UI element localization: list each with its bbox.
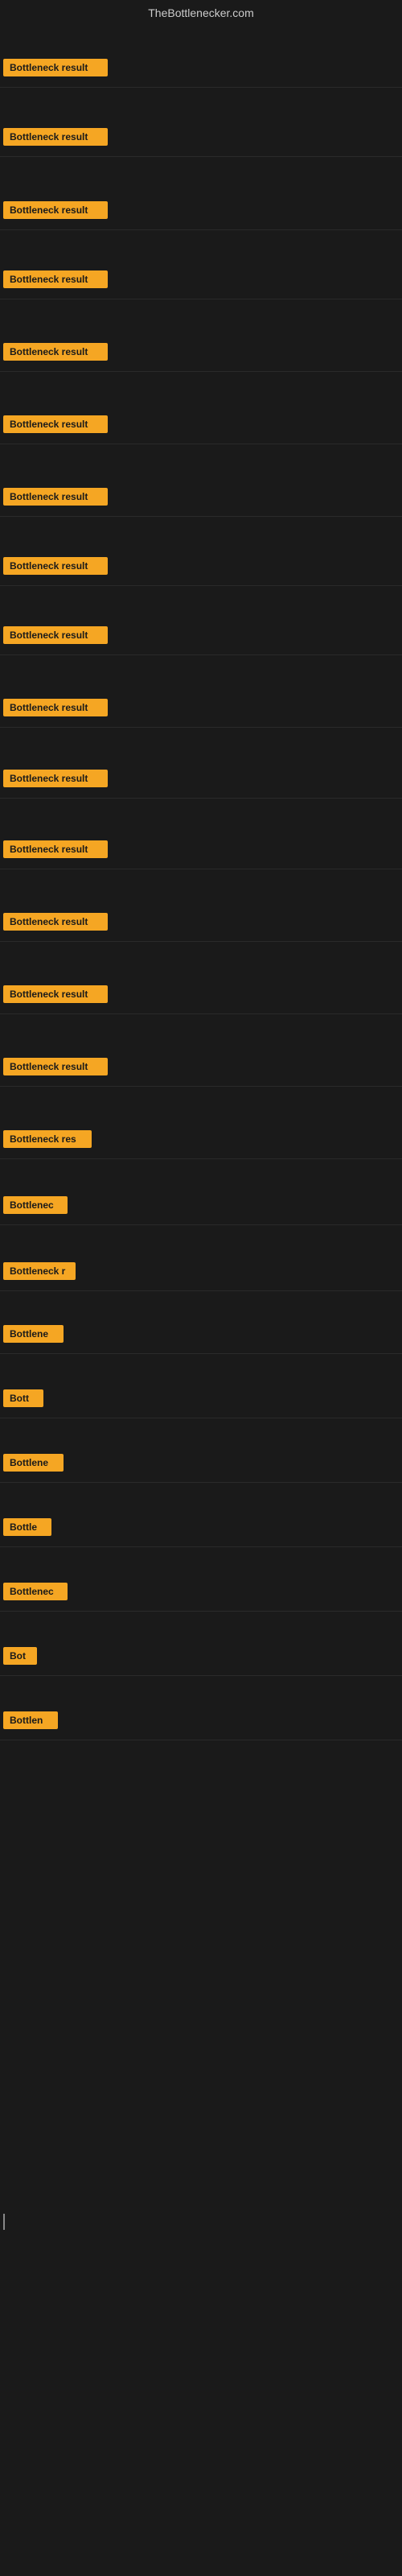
bottleneck-badge-9[interactable]: Bottleneck result [3,699,108,716]
result-row: Bot [0,1641,402,1676]
result-row: Bottleneck res [0,1124,402,1159]
bottleneck-badge-2[interactable]: Bottleneck result [3,201,108,219]
bottleneck-badge-18[interactable]: Bottlene [3,1325,64,1343]
result-row: Bottlene [0,1319,402,1354]
result-row: Bottleneck result [0,409,402,444]
result-row: Bottlene [0,1447,402,1483]
bottleneck-badge-10[interactable]: Bottleneck result [3,770,108,787]
bottleneck-badge-7[interactable]: Bottleneck result [3,557,108,575]
result-row: Bottleneck result [0,692,402,728]
bottleneck-badge-17[interactable]: Bottleneck r [3,1262,76,1280]
bottleneck-badge-3[interactable]: Bottleneck result [3,270,108,288]
result-row: Bottleneck result [0,763,402,799]
results-container: Bottleneck result Bottleneck result Bottle… [0,23,402,2438]
result-row: Bottleneck result [0,195,402,230]
bottleneck-badge-6[interactable]: Bottleneck result [3,488,108,506]
result-row: Bottleneck result [0,834,402,869]
site-title: TheBottlenecker.com [0,0,402,23]
result-row: Bottle [0,1512,402,1547]
bottleneck-badge-0[interactable]: Bottleneck result [3,59,108,76]
result-row: Bott [0,1383,402,1418]
bottleneck-badge-23[interactable]: Bot [3,1647,37,1665]
result-row: Bottleneck result [0,1051,402,1087]
cursor-line [3,2214,5,2230]
bottleneck-badge-24[interactable]: Bottlen [3,1711,58,1729]
result-row: Bottleneck result [0,52,402,88]
bottleneck-badge-11[interactable]: Bottleneck result [3,840,108,858]
bottleneck-badge-21[interactable]: Bottle [3,1518,51,1536]
bottleneck-badge-4[interactable]: Bottleneck result [3,343,108,361]
bottleneck-badge-22[interactable]: Bottlenec [3,1583,68,1600]
result-row: Bottleneck r [0,1256,402,1291]
result-row: Bottleneck result [0,979,402,1014]
site-title-bar: TheBottlenecker.com [0,0,402,23]
result-row: Bottleneck result [0,551,402,586]
result-row: Bottlenec [0,1190,402,1225]
result-row: Bottleneck result [0,906,402,942]
bottleneck-badge-8[interactable]: Bottleneck result [3,626,108,644]
bottleneck-badge-19[interactable]: Bott [3,1389,43,1407]
result-row: Bottleneck result [0,620,402,655]
result-row: Bottleneck result [0,481,402,517]
result-row: Bottlen [0,1705,402,1740]
bottleneck-badge-13[interactable]: Bottleneck result [3,985,108,1003]
result-row: Bottleneck result [0,336,402,372]
bottleneck-badge-12[interactable]: Bottleneck result [3,913,108,931]
bottleneck-badge-15[interactable]: Bottleneck res [3,1130,92,1148]
result-row: Bottleneck result [0,122,402,157]
bottleneck-badge-16[interactable]: Bottlenec [3,1196,68,1214]
bottleneck-badge-20[interactable]: Bottlene [3,1454,64,1472]
bottleneck-badge-14[interactable]: Bottleneck result [3,1058,108,1075]
result-row: Bottleneck result [0,264,402,299]
bottleneck-badge-5[interactable]: Bottleneck result [3,415,108,433]
bottleneck-badge-1[interactable]: Bottleneck result [3,128,108,146]
result-row: Bottlenec [0,1576,402,1612]
